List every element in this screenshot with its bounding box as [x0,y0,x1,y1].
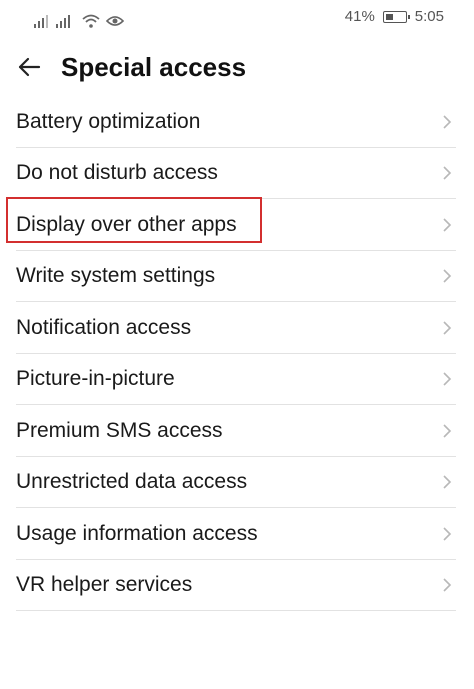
chevron-right-icon [443,166,452,180]
chevron-right-icon [443,321,452,335]
list-item[interactable]: Picture-in-picture [0,354,474,406]
list-item-label: Write system settings [16,264,216,288]
status-bar: 41% 5:05 [0,0,474,40]
wifi-icon [82,14,100,28]
list-item[interactable]: VR helper services [0,560,474,612]
list-item-label: Unrestricted data access [16,470,248,494]
signal-icon [34,15,48,28]
signal-icon [56,15,70,28]
battery-level-fill [385,13,393,20]
list-item[interactable]: Usage information access [0,508,474,560]
list-item[interactable]: Premium SMS access [0,405,474,457]
chevron-right-icon [443,475,452,489]
list-item[interactable]: Write system settings [0,251,474,303]
list-item[interactable]: Battery optimization [0,96,474,148]
special-access-list: Battery optimization Do not disturb acces… [0,96,474,611]
list-item-label: Display over other apps [16,212,237,236]
list-item-label: Notification access [16,315,192,339]
chevron-right-icon [443,578,452,592]
list-item[interactable]: Unrestricted data access [0,457,474,509]
battery-percent: 41% [344,8,375,25]
list-item-label: Usage information access [16,521,258,545]
list-item[interactable]: Display over other apps [0,197,474,251]
list-item-label: VR helper services [16,573,193,597]
list-item[interactable]: Do not disturb access [0,148,474,200]
chevron-right-icon [443,372,452,386]
chevron-right-icon [443,218,452,232]
eye-comfort-icon [106,16,124,26]
list-item[interactable]: Notification access [0,302,474,354]
battery-icon [382,10,410,23]
chevron-right-icon [443,269,452,283]
chevron-right-icon [443,424,452,438]
list-item-label: Do not disturb access [16,161,218,185]
list-item-label: Picture-in-picture [16,367,175,391]
app-header: Special access [0,40,474,100]
status-icons-right: 41% 5:05 [345,8,444,25]
page-title: Special access [61,52,247,82]
chevron-right-icon [443,527,452,541]
list-item-label: Premium SMS access [16,418,223,442]
chevron-right-icon [443,115,452,129]
clock: 5:05 [414,8,444,25]
list-item-label: Battery optimization [16,109,201,133]
status-icons-left [34,10,124,28]
arrow-left-icon[interactable] [14,52,44,82]
